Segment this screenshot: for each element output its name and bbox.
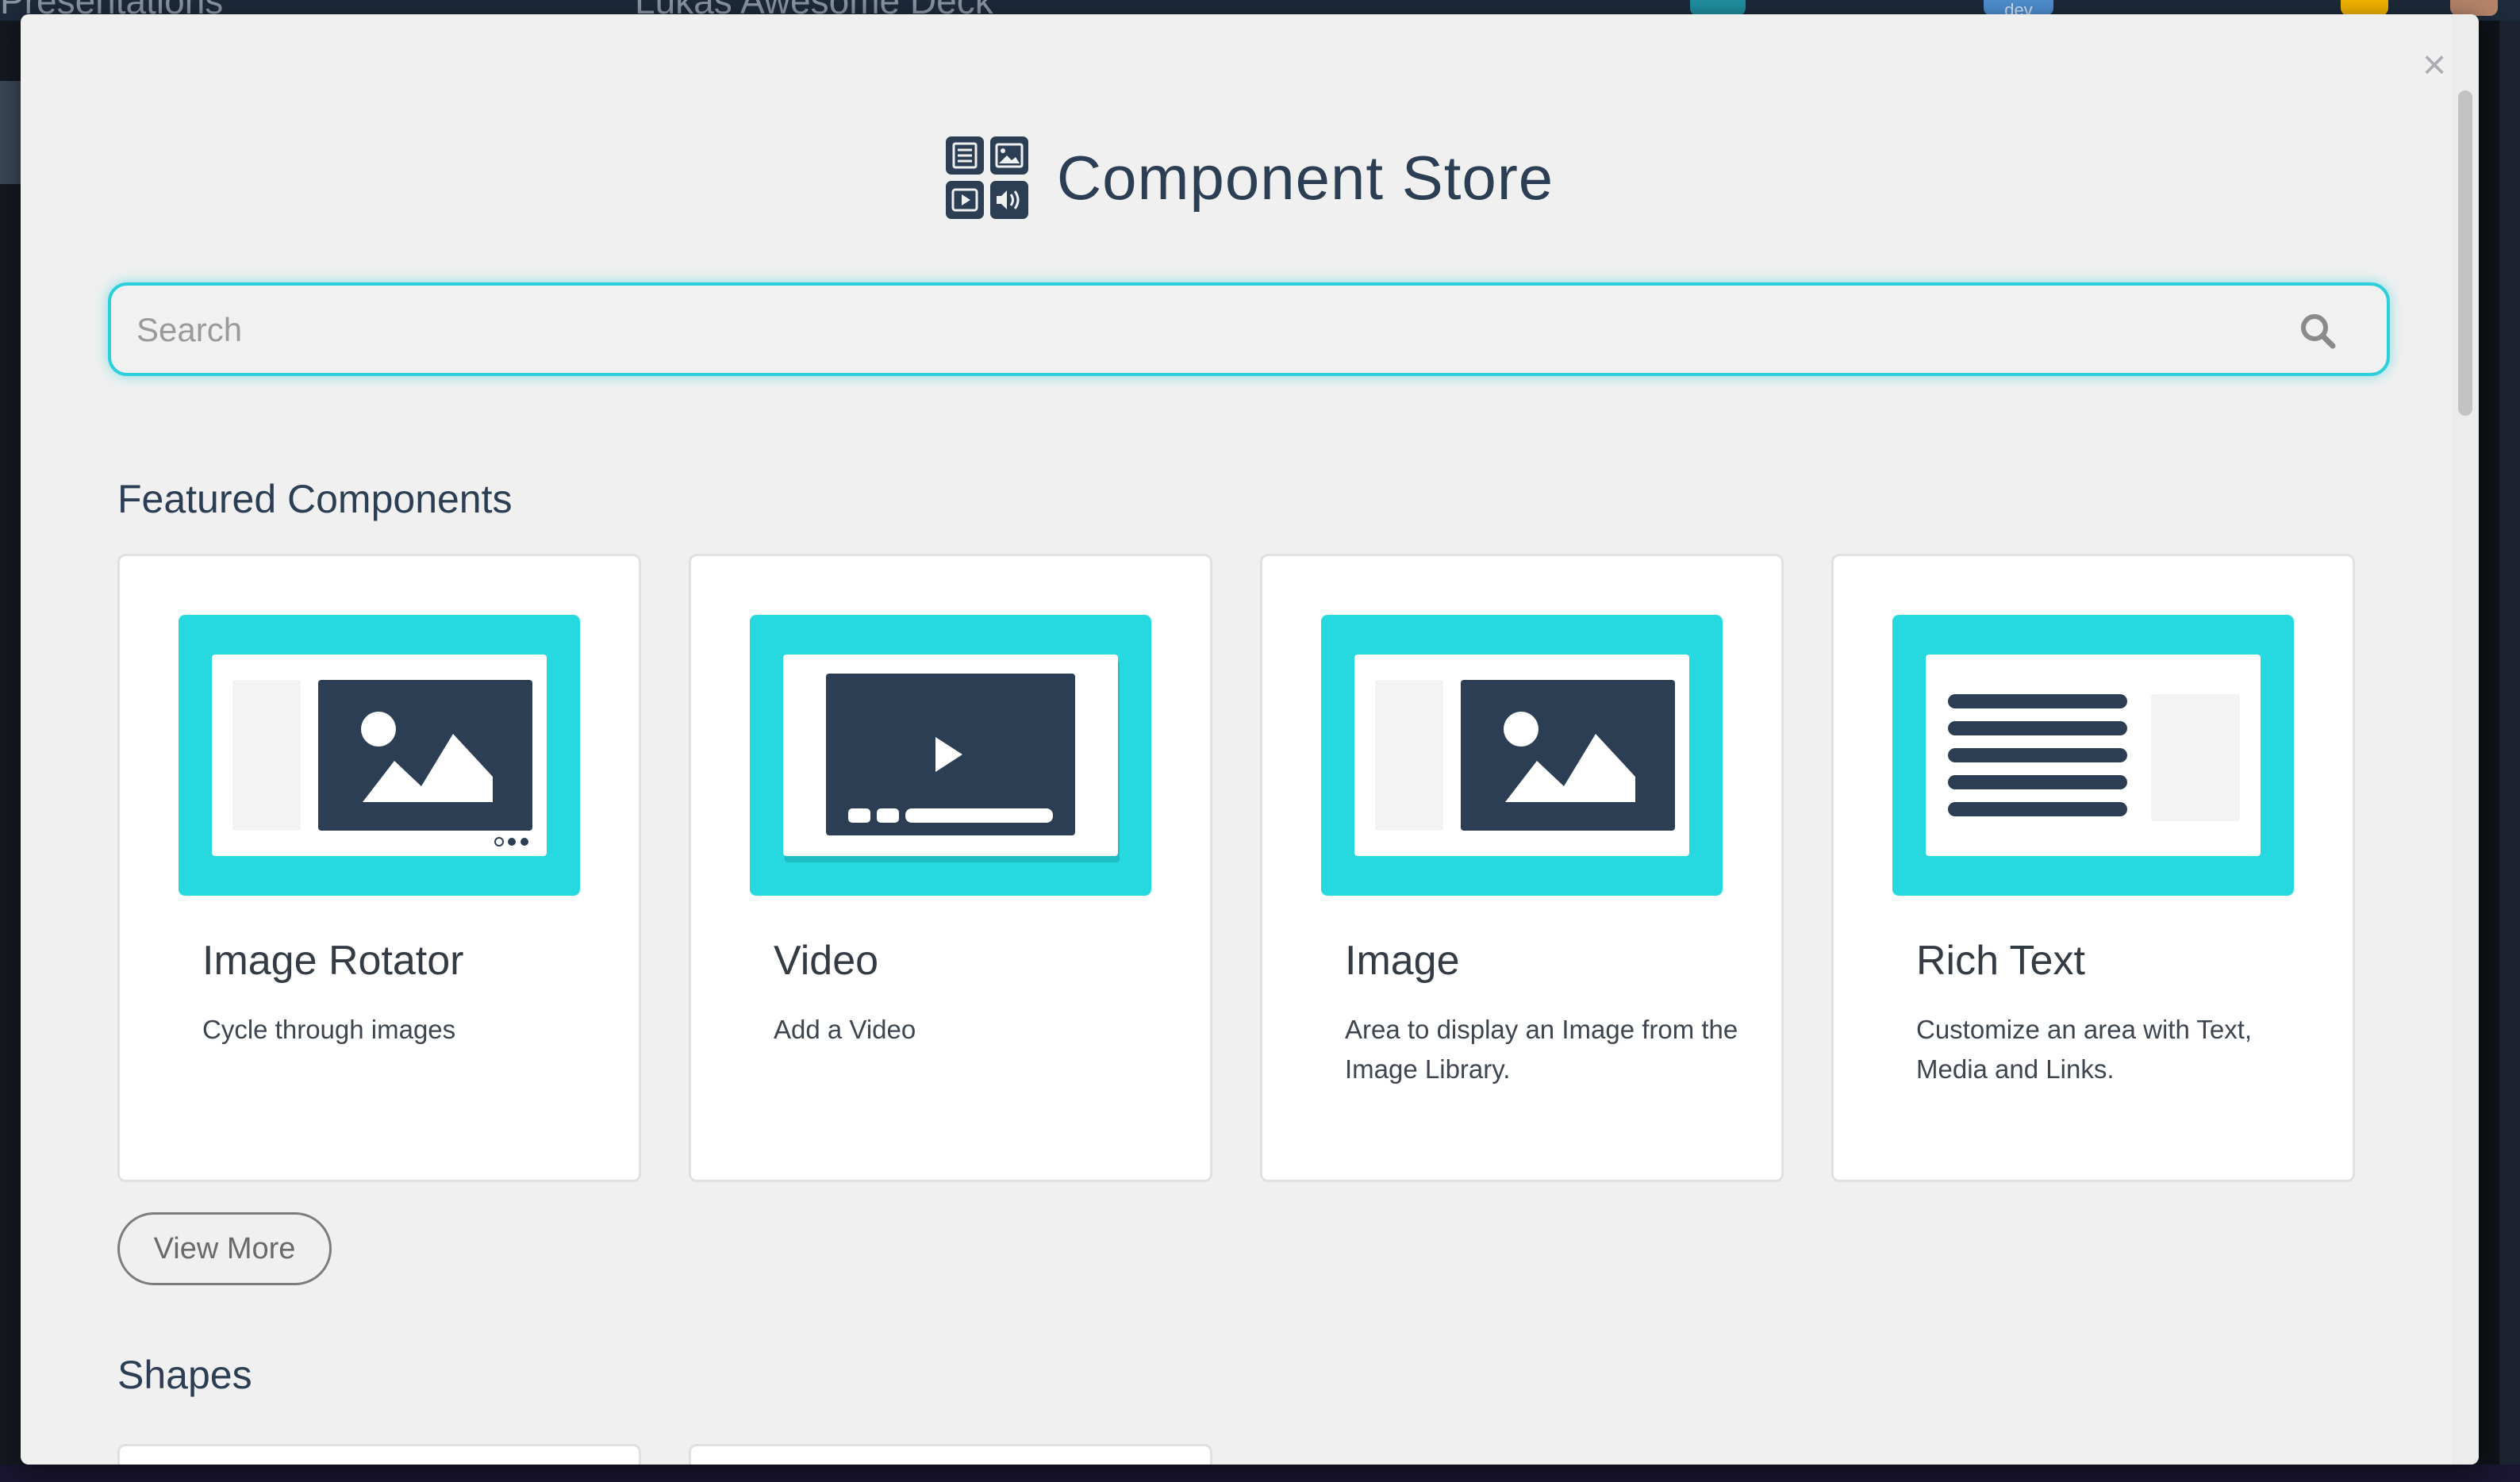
search-input[interactable] [135, 286, 2280, 374]
background-bottom-edge [0, 1465, 2520, 1482]
background-right-edge [2499, 21, 2520, 1482]
card-description: Add a Video [774, 1015, 916, 1044]
view-more-button[interactable]: View More [117, 1212, 332, 1285]
search-box [108, 282, 2390, 376]
card-title: Rich Text [1916, 938, 2085, 984]
modal-title: Component Store [1056, 142, 1554, 213]
modal-header: Component Store [21, 122, 2479, 233]
component-card-rich-text[interactable]: Rich Text Customize an area with Text, M… [1831, 554, 2355, 1182]
card-description: Area to display an Image from the Image … [1345, 1015, 1738, 1084]
rich-text-thumbnail-icon [1892, 615, 2294, 896]
video-thumbnail-icon [750, 615, 1151, 896]
image-rotator-thumbnail-icon [179, 615, 580, 896]
background-help-icon [2341, 0, 2388, 16]
scrollbar[interactable] [2452, 14, 2479, 1465]
shape-card[interactable] [117, 1444, 641, 1465]
featured-components-heading: Featured Components [117, 477, 513, 521]
featured-components-list: Image Rotator Cycle through images Video… [117, 554, 2355, 1182]
shape-card[interactable] [689, 1444, 1212, 1465]
background-left-edge [0, 21, 21, 1482]
card-title: Image Rotator [202, 938, 464, 984]
image-thumbnail-icon [1321, 615, 1723, 896]
background-env-badge: dev [1984, 0, 2053, 20]
component-store-logo-icon [945, 136, 1028, 219]
search-icon[interactable] [2299, 313, 2336, 349]
card-description: Cycle through images [202, 1015, 456, 1044]
component-store-modal: × Component Store Search Featured Compon… [21, 14, 2479, 1465]
component-card-image[interactable]: Image Area to display an Image from the … [1260, 554, 1784, 1182]
card-title: Video [774, 938, 879, 984]
background-sync-icon [1690, 0, 1746, 16]
background-avatar [2450, 0, 2498, 16]
shapes-heading: Shapes [117, 1353, 252, 1397]
scrollbar-thumb[interactable] [2458, 90, 2472, 416]
component-card-image-rotator[interactable]: Image Rotator Cycle through images [117, 554, 641, 1182]
card-description: Customize an area with Text, Media and L… [1916, 1015, 2253, 1084]
close-icon[interactable]: × [2417, 44, 2452, 86]
card-title: Image [1345, 938, 1460, 984]
component-card-video[interactable]: Video Add a Video [689, 554, 1212, 1182]
